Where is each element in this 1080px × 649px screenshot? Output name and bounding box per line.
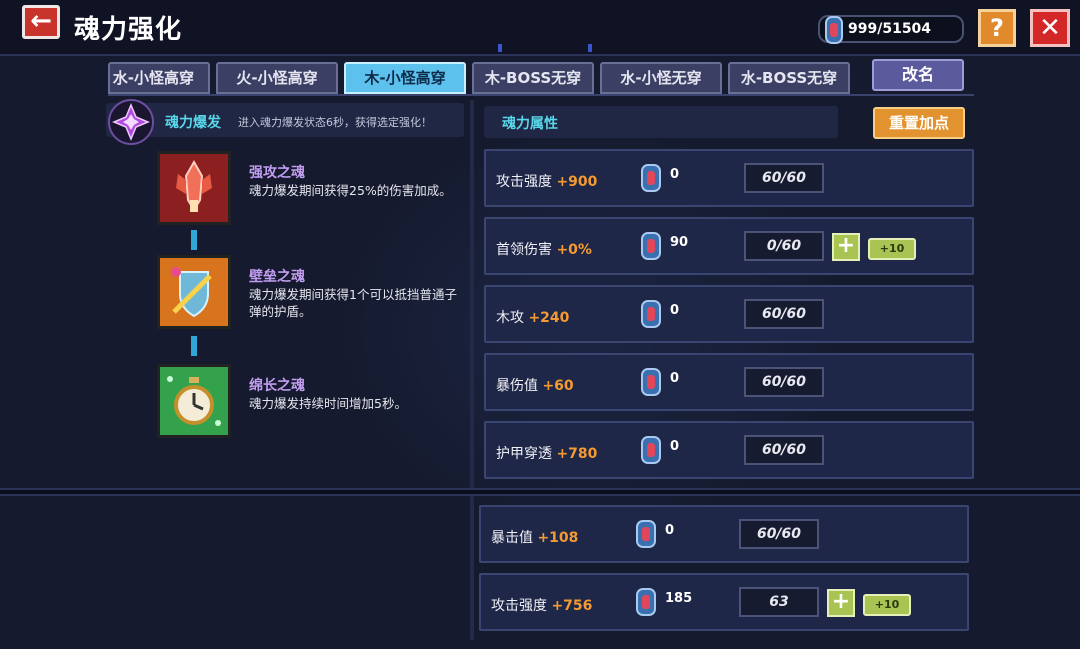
attribute-cost: 0 <box>665 523 675 538</box>
attributes-title: 魂力属性 <box>502 116 558 132</box>
back-arrow-icon[interactable]: ← <box>22 5 60 39</box>
attribute-cost: 90 <box>670 235 689 250</box>
soul-gem-icon <box>641 436 661 464</box>
attribute-row: 暴伤值 +60 0 60/60 <box>484 353 974 411</box>
burst-description: 进入魂力爆发状态6秒，获得选定强化！ <box>238 116 432 129</box>
skill-description: 魂力爆发持续时间增加5秒。 <box>249 396 407 411</box>
attribute-cost: 0 <box>670 303 680 318</box>
skill-description: 魂力爆发期间获得25%的伤害加成。 <box>249 183 452 198</box>
soul-gem-icon <box>641 164 661 192</box>
add-point-button[interactable]: + <box>827 589 855 617</box>
attribute-level: 60/60 <box>744 435 824 465</box>
attribute-level: 60/60 <box>739 519 819 549</box>
attribute-name: 暴伤值 +60 <box>496 378 574 394</box>
stopwatch-soul-icon[interactable] <box>157 364 231 438</box>
skill-name: 壁垒之魂 <box>249 269 305 285</box>
page-title: 魂力强化 <box>74 15 183 45</box>
skill-connector <box>191 336 197 356</box>
add-ten-points-button[interactable]: +10 <box>863 594 911 616</box>
tab-fire-mob-pierce[interactable]: 火-小怪高穿 <box>216 62 338 94</box>
add-ten-points-button[interactable]: +10 <box>868 238 916 260</box>
tab-water-mob-nopierce[interactable]: 水-小怪无穿 <box>600 62 722 94</box>
screen-divider <box>0 488 1080 496</box>
soul-gem-icon <box>641 368 661 396</box>
skill-name: 绵长之魂 <box>249 378 305 394</box>
soul-gem-icon <box>641 232 661 260</box>
attribute-row: 护甲穿透 +780 0 60/60 <box>484 421 974 479</box>
attribute-name: 攻击强度 +756 <box>491 598 593 614</box>
attribute-cost: 0 <box>670 439 680 454</box>
attribute-name: 木攻 +240 <box>496 310 570 326</box>
attribute-cost: 0 <box>670 371 680 386</box>
tab-water-mob-pierce[interactable]: 水-小怪高穿 <box>108 62 210 94</box>
attribute-row: 暴击值 +108 0 60/60 <box>479 505 969 563</box>
attribute-row: 首领伤害 +0% 90 0/60 + +10 <box>484 217 974 275</box>
soul-burst-icon <box>108 99 154 145</box>
soul-gem-icon <box>636 520 656 548</box>
rename-button[interactable]: 改名 <box>872 59 964 91</box>
strength-soul-icon[interactable] <box>157 151 231 225</box>
attribute-row: 攻击强度 +900 0 60/60 <box>484 149 974 207</box>
close-button[interactable]: ✕ <box>1030 9 1070 47</box>
attribute-row: 攻击强度 +756 185 63 + +10 <box>479 573 969 631</box>
attribute-level: 63 <box>739 587 819 617</box>
attribute-level: 60/60 <box>744 367 824 397</box>
attribute-level: 0/60 <box>744 231 824 261</box>
tab-wood-mob-pierce[interactable]: 木-小怪高穿 <box>344 62 466 94</box>
soul-gem-icon <box>825 16 843 44</box>
tabs-underline <box>108 94 974 96</box>
skill-connector <box>191 230 197 250</box>
reset-points-button[interactable]: 重置加点 <box>873 107 965 139</box>
attribute-name: 护甲穿透 +780 <box>496 446 598 462</box>
attribute-level: 60/60 <box>744 299 824 329</box>
add-point-button[interactable]: + <box>832 233 860 261</box>
shield-soul-icon[interactable] <box>157 255 231 329</box>
attribute-name: 暴击值 +108 <box>491 530 579 546</box>
attribute-name: 攻击强度 +900 <box>496 174 598 190</box>
attribute-level: 60/60 <box>744 163 824 193</box>
attribute-cost: 185 <box>665 591 693 606</box>
attribute-cost: 0 <box>670 167 680 182</box>
attribute-name: 首领伤害 +0% <box>496 242 592 258</box>
soul-currency-counter: 999/51504 <box>818 15 964 44</box>
soul-gem-icon <box>636 588 656 616</box>
panel-divider <box>470 100 474 640</box>
soul-gem-icon <box>641 300 661 328</box>
decorative-frame <box>498 44 592 52</box>
top-bar: ← 魂力强化 999/51504 ? ✕ <box>0 0 1080 56</box>
burst-label: 魂力爆发 <box>165 115 221 131</box>
help-button[interactable]: ? <box>978 9 1016 47</box>
skill-name: 强攻之魂 <box>249 165 305 181</box>
skill-description: 魂力爆发期间获得1个可以抵挡普通子弹的护盾。 <box>249 287 457 319</box>
tab-wood-boss-nopierce[interactable]: 木-BOSS无穿 <box>472 62 594 94</box>
attribute-row: 木攻 +240 0 60/60 <box>484 285 974 343</box>
tab-water-boss-nopierce[interactable]: 水-BOSS无穿 <box>728 62 850 94</box>
currency-value: 999/51504 <box>848 21 932 37</box>
